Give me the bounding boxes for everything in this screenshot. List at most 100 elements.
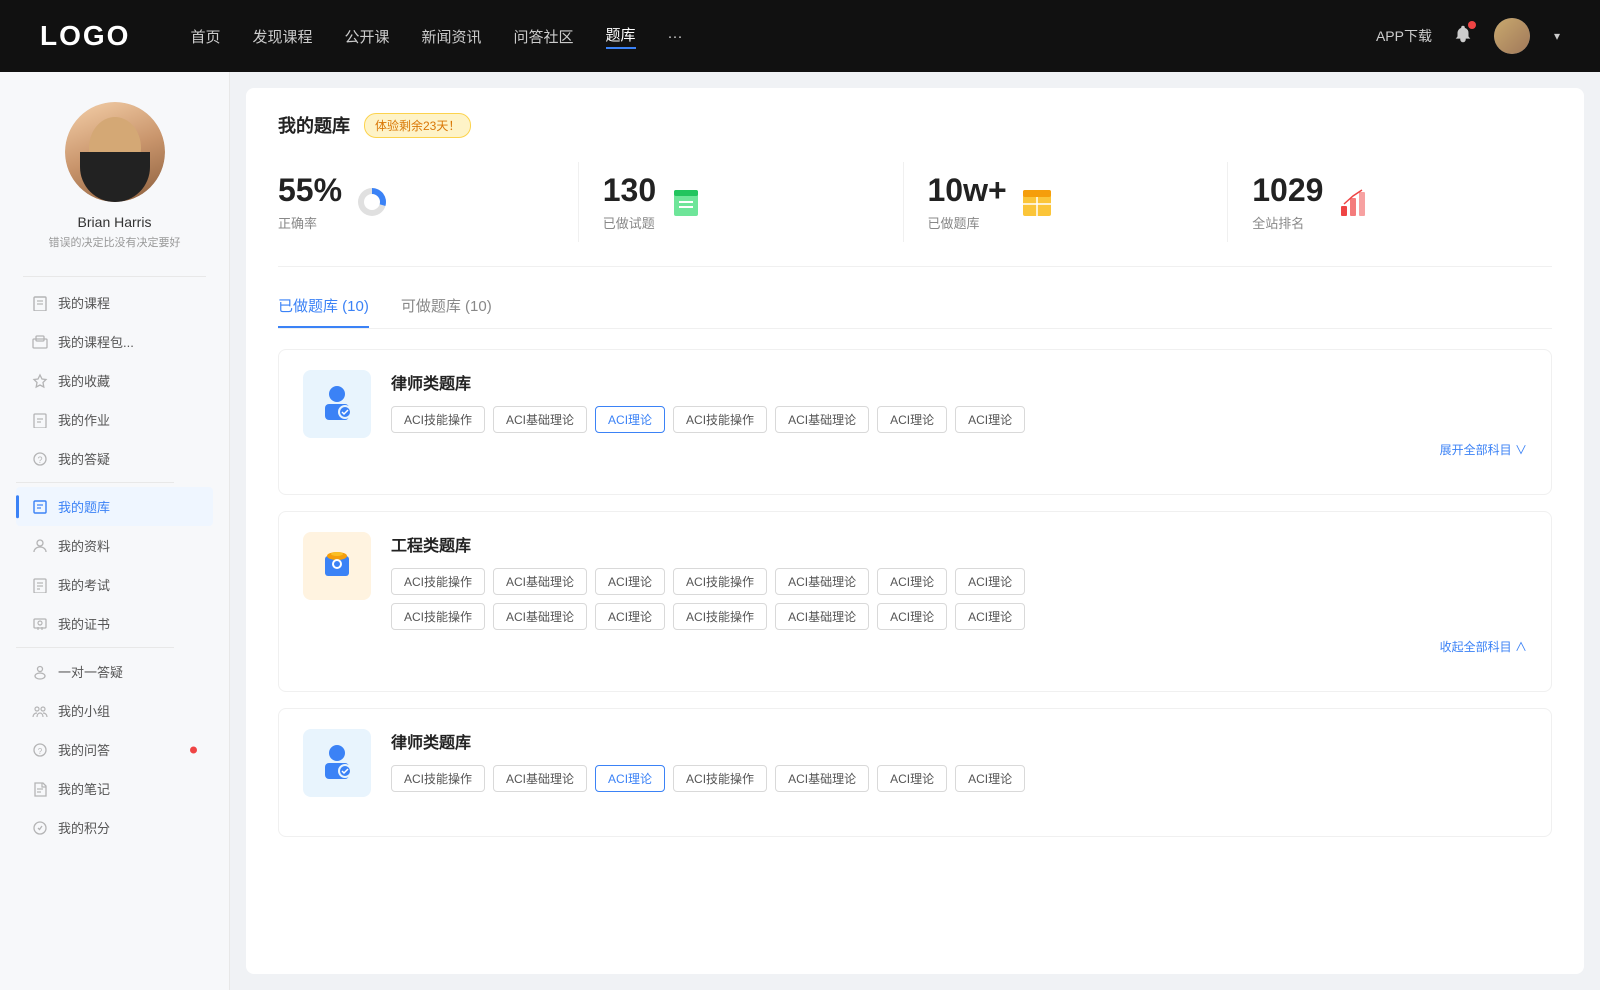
divider-mid1 xyxy=(16,482,174,483)
main-layout: Brian Harris 错误的决定比没有决定要好 我的课程 我的课程包... xyxy=(0,72,1600,990)
stat-rank-values: 1029 全站排名 xyxy=(1252,172,1323,232)
tag-lawyer2-2[interactable]: ACI理论 xyxy=(595,765,665,792)
stat-accuracy-number: 55% xyxy=(278,172,342,209)
tag-eng1-4[interactable]: ACI基础理论 xyxy=(775,568,869,595)
tag-lawyer2-4[interactable]: ACI基础理论 xyxy=(775,765,869,792)
tag-lawyer1-3[interactable]: ACI技能操作 xyxy=(673,406,767,433)
svg-text:?: ? xyxy=(38,747,43,756)
sidebar-motto: 错误的决定比没有决定要好 xyxy=(39,234,191,250)
tag-eng2-5[interactable]: ACI理论 xyxy=(877,603,947,630)
stat-done-number: 130 xyxy=(603,172,656,209)
sidebar-username: Brian Harris xyxy=(78,214,152,230)
page-title: 我的题库 xyxy=(278,112,350,138)
nav-news[interactable]: 新闻资讯 xyxy=(422,26,482,47)
tag-lawyer1-0[interactable]: ACI技能操作 xyxy=(391,406,485,433)
tag-lawyer1-2[interactable]: ACI理论 xyxy=(595,406,665,433)
courses-icon xyxy=(32,295,48,311)
tag-eng2-1[interactable]: ACI基础理论 xyxy=(493,603,587,630)
sidebar-item-myqa[interactable]: ? 我的问答 xyxy=(16,730,213,769)
tag-eng1-2[interactable]: ACI理论 xyxy=(595,568,665,595)
tag-lawyer2-0[interactable]: ACI技能操作 xyxy=(391,765,485,792)
nav-more[interactable]: ··· xyxy=(668,28,683,45)
stat-accuracy-values: 55% 正确率 xyxy=(278,172,342,232)
stat-banks-label: 已做题库 xyxy=(928,213,1007,232)
tag-eng2-6[interactable]: ACI理论 xyxy=(955,603,1025,630)
qbank-body-lawyer2: 律师类题库 ACI技能操作 ACI基础理论 ACI理论 ACI技能操作 ACI基… xyxy=(391,729,1527,800)
stat-rank-number: 1029 xyxy=(1252,172,1323,209)
stats-row: 55% 正确率 130 已做试题 xyxy=(278,162,1552,267)
expand-lawyer1[interactable]: 展开全部科目 ∨ xyxy=(391,441,1527,458)
sidebar-item-tutoring[interactable]: 一对一答疑 xyxy=(16,652,213,691)
divider-mid2 xyxy=(16,647,174,648)
tag-eng1-0[interactable]: ACI技能操作 xyxy=(391,568,485,595)
tag-lawyer1-5[interactable]: ACI理论 xyxy=(877,406,947,433)
myqa-icon: ? xyxy=(32,742,48,758)
sidebar-avatar xyxy=(65,102,165,202)
tag-lawyer2-6[interactable]: ACI理论 xyxy=(955,765,1025,792)
nav-opencourse[interactable]: 公开课 xyxy=(344,26,389,47)
sidebar-item-points-label: 我的积分 xyxy=(58,818,110,837)
lawyer2-icon-wrap xyxy=(303,729,371,797)
tags-row-lawyer2: ACI技能操作 ACI基础理论 ACI理论 ACI技能操作 ACI基础理论 AC… xyxy=(391,765,1527,792)
sidebar-item-homework[interactable]: 我的作业 xyxy=(16,400,213,439)
tag-eng1-5[interactable]: ACI理论 xyxy=(877,568,947,595)
sidebar-item-packages[interactable]: 我的课程包... xyxy=(16,322,213,361)
doc-list-icon xyxy=(668,184,704,220)
sidebar-item-courses[interactable]: 我的课程 xyxy=(16,283,213,322)
sidebar-item-exams-label: 我的考试 xyxy=(58,575,110,594)
nav-qbank[interactable]: 题库 xyxy=(606,24,636,49)
tab-available[interactable]: 可做题库 (10) xyxy=(401,295,492,328)
tag-eng1-6[interactable]: ACI理论 xyxy=(955,568,1025,595)
qbank-body-lawyer1: 律师类题库 ACI技能操作 ACI基础理论 ACI理论 ACI技能操作 ACI基… xyxy=(391,370,1527,458)
chevron-down-icon[interactable]: ▾ xyxy=(1554,29,1560,43)
stat-done-values: 130 已做试题 xyxy=(603,172,656,232)
nav-discover[interactable]: 发现课程 xyxy=(252,26,312,47)
avatar[interactable] xyxy=(1494,18,1530,54)
tag-eng2-2[interactable]: ACI理论 xyxy=(595,603,665,630)
tab-done[interactable]: 已做题库 (10) xyxy=(278,295,369,328)
sidebar-item-points[interactable]: 我的积分 xyxy=(16,808,213,847)
tag-lawyer2-1[interactable]: ACI基础理论 xyxy=(493,765,587,792)
collapse-engineer1[interactable]: 收起全部科目 ∧ xyxy=(391,638,1527,655)
sidebar-item-myqa-label: 我的问答 xyxy=(58,740,110,759)
sidebar-item-notes[interactable]: 我的笔记 xyxy=(16,769,213,808)
sidebar-item-favorites-label: 我的收藏 xyxy=(58,371,110,390)
nav-home[interactable]: 首页 xyxy=(190,26,220,47)
page-title-row: 我的题库 体验剩余23天！ xyxy=(278,112,1552,138)
tag-eng2-3[interactable]: ACI技能操作 xyxy=(673,603,767,630)
tag-eng1-1[interactable]: ACI基础理论 xyxy=(493,568,587,595)
engineer1-icon-wrap xyxy=(303,532,371,600)
tag-lawyer2-5[interactable]: ACI理论 xyxy=(877,765,947,792)
sidebar-item-groups[interactable]: 我的小组 xyxy=(16,691,213,730)
qbank-title-engineer1: 工程类题库 xyxy=(391,532,1527,556)
notification-bell[interactable] xyxy=(1452,23,1474,50)
sidebar-item-questions[interactable]: ? 我的答疑 xyxy=(16,439,213,478)
qbank-section-lawyer1: 律师类题库 ACI技能操作 ACI基础理论 ACI理论 ACI技能操作 ACI基… xyxy=(278,349,1552,495)
logo: LOGO xyxy=(40,20,130,52)
stat-banks-values: 10w+ 已做题库 xyxy=(928,172,1007,232)
tabs-row: 已做题库 (10) 可做题库 (10) xyxy=(278,295,1552,329)
questions-icon: ? xyxy=(32,451,48,467)
sidebar-item-profile[interactable]: 我的资料 xyxy=(16,526,213,565)
nav-items: 首页 发现课程 公开课 新闻资讯 问答社区 题库 ··· xyxy=(190,24,1336,49)
tag-lawyer1-4[interactable]: ACI基础理论 xyxy=(775,406,869,433)
sidebar: Brian Harris 错误的决定比没有决定要好 我的课程 我的课程包... xyxy=(0,72,230,990)
tag-eng1-3[interactable]: ACI技能操作 xyxy=(673,568,767,595)
sidebar-item-exams[interactable]: 我的考试 xyxy=(16,565,213,604)
tag-lawyer1-6[interactable]: ACI理论 xyxy=(955,406,1025,433)
qbank-header-engineer1: 工程类题库 ACI技能操作 ACI基础理论 ACI理论 ACI技能操作 ACI基… xyxy=(303,532,1527,655)
tag-eng2-0[interactable]: ACI技能操作 xyxy=(391,603,485,630)
sidebar-item-favorites[interactable]: 我的收藏 xyxy=(16,361,213,400)
qbank-section-lawyer2: 律师类题库 ACI技能操作 ACI基础理论 ACI理论 ACI技能操作 ACI基… xyxy=(278,708,1552,837)
nav-qa[interactable]: 问答社区 xyxy=(514,26,574,47)
tag-lawyer1-1[interactable]: ACI基础理论 xyxy=(493,406,587,433)
notification-dot xyxy=(1468,21,1476,29)
sidebar-item-qbank[interactable]: 我的题库 xyxy=(16,487,213,526)
tag-lawyer2-3[interactable]: ACI技能操作 xyxy=(673,765,767,792)
tutoring-icon xyxy=(32,664,48,680)
app-download[interactable]: APP下载 xyxy=(1376,26,1432,46)
nav-right: APP下载 ▾ xyxy=(1376,18,1560,54)
tag-eng2-4[interactable]: ACI基础理论 xyxy=(775,603,869,630)
sidebar-item-tutoring-label: 一对一答疑 xyxy=(58,662,123,681)
sidebar-item-certs[interactable]: 我的证书 xyxy=(16,604,213,643)
